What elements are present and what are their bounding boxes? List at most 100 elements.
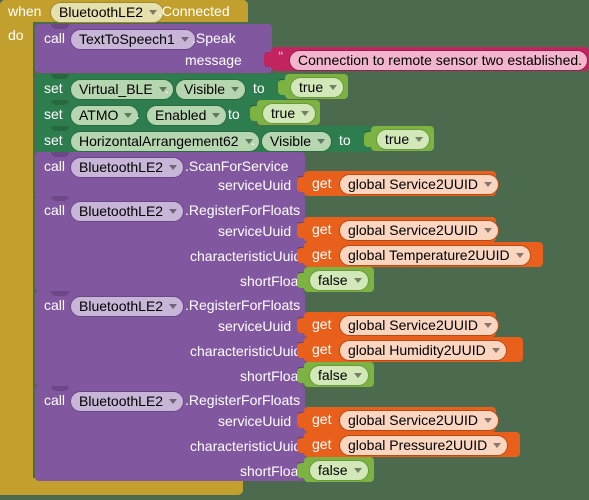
arg-label-characteristicuuid: characteristicUuid [190, 438, 302, 454]
chevron-down-icon[interactable] [483, 181, 492, 187]
get-block-global-temperature2uuid[interactable]: get global Temperature2UUID [297, 242, 543, 267]
logic-value-dropdown[interactable]: false [309, 365, 369, 386]
get-block-global-humidity2uuid[interactable]: get global Humidity2UUID [297, 337, 523, 362]
logic-value-dropdown[interactable]: false [309, 270, 369, 291]
get-variable-dropdown[interactable]: global Service2UUID [339, 315, 499, 336]
block-plug [297, 317, 305, 333]
chevron-down-icon[interactable] [169, 303, 178, 309]
event-name-label: .Connected [158, 3, 230, 19]
get-variable-label: global Pressure2UUID [348, 437, 488, 453]
logic-block-true-2[interactable]: true [250, 100, 320, 125]
block-plug [278, 79, 286, 95]
chevron-down-icon[interactable] [353, 467, 362, 473]
chevron-down-icon[interactable] [169, 164, 178, 170]
chevron-down-icon[interactable] [483, 227, 492, 233]
chevron-down-icon[interactable] [231, 86, 239, 92]
block-notch [51, 24, 69, 29]
call-keyword-label: call [44, 30, 66, 46]
set-component-dropdown-horizontalarrangement62[interactable]: HorizontalArrangement62 [70, 131, 260, 152]
get-block-global-pressure2uuid[interactable]: get global Pressure2UUID [297, 432, 520, 457]
get-block-global-service2uuid-4[interactable]: get global Service2UUID [297, 407, 499, 432]
block-plug [297, 272, 305, 288]
arg-label-characteristicuuid: characteristicUuid [190, 248, 302, 264]
set-component-dropdown-virtual-ble[interactable]: Virtual_BLE [70, 79, 174, 100]
text-block-connection-message[interactable]: “ Connection to remote sensor two establ… [264, 47, 589, 71]
get-block-global-service2uuid-1[interactable]: get global Service2UUID [297, 171, 499, 196]
arg-label-shortfloat: shortFloat [240, 273, 303, 289]
call-keyword-label: call [44, 297, 66, 313]
arg-label-serviceuuid: serviceUuid [218, 177, 292, 193]
logic-value-dropdown[interactable]: true [262, 103, 317, 124]
get-variable-dropdown[interactable]: global Service2UUID [339, 174, 499, 195]
arg-label-characteristicuuid: characteristicUuid [190, 343, 302, 359]
logic-block-true-3[interactable]: true [364, 126, 434, 151]
get-variable-dropdown[interactable]: global Temperature2UUID [339, 245, 531, 266]
get-variable-dropdown[interactable]: global Service2UUID [339, 410, 499, 431]
arg-label-serviceuuid: serviceUuid [218, 223, 292, 239]
logic-block-false-1[interactable]: false [297, 267, 374, 292]
call-component-label: BluetoothLE2 [79, 393, 164, 409]
chevron-down-icon[interactable] [493, 442, 502, 448]
call-component-dropdown-bluetoothle2[interactable]: BluetoothLE2 [70, 157, 185, 178]
chevron-down-icon[interactable] [169, 398, 178, 404]
chevron-down-icon[interactable] [169, 208, 178, 214]
chevron-down-icon[interactable] [317, 138, 325, 144]
set-property-dropdown-enabled[interactable]: Enabled [146, 105, 228, 126]
get-keyword-label: get [312, 341, 332, 357]
logic-value-dropdown[interactable]: true [290, 77, 345, 98]
set-keyword-label: set [44, 106, 63, 122]
call-component-label: BluetoothLE2 [79, 203, 164, 219]
call-method-label: .RegisterForFloats [185, 202, 301, 218]
chevron-down-icon[interactable] [180, 36, 189, 42]
call-keyword-label: call [44, 158, 66, 174]
chevron-down-icon[interactable] [483, 417, 492, 423]
block-plug [297, 247, 305, 263]
set-to-label: to [339, 132, 351, 148]
chevron-down-icon[interactable] [415, 136, 424, 142]
event-component-dropdown[interactable]: BluetoothLE2 [50, 2, 165, 23]
logic-block-true-1[interactable]: true [278, 74, 348, 99]
close-quote-icon: ” [576, 50, 582, 62]
chevron-down-icon[interactable] [483, 322, 492, 328]
call-component-dropdown-bluetoothle2[interactable]: BluetoothLE2 [70, 296, 185, 317]
set-property-dropdown-visible[interactable]: Visible [261, 131, 332, 152]
set-to-label: to [228, 106, 240, 122]
set-to-label: to [253, 80, 265, 96]
set-component-dropdown-atmo[interactable]: ATMO [70, 105, 140, 126]
call-component-dropdown-texttospeech1[interactable]: TextToSpeech1 [70, 29, 196, 50]
chevron-down-icon[interactable] [124, 112, 133, 118]
text-value-field[interactable]: Connection to remote sensor two establis… [289, 50, 589, 71]
block-notch [51, 74, 69, 79]
get-variable-dropdown[interactable]: global Humidity2UUID [339, 340, 507, 361]
event-block-body [0, 22, 33, 495]
get-variable-dropdown[interactable]: global Service2UUID [339, 220, 499, 241]
chevron-down-icon[interactable] [149, 9, 158, 15]
set-property-dropdown-visible[interactable]: Visible [175, 79, 246, 100]
chevron-down-icon[interactable] [491, 347, 500, 353]
chevron-down-icon[interactable] [301, 110, 310, 116]
set-keyword-label: set [44, 80, 63, 96]
logic-value-dropdown[interactable]: true [376, 129, 431, 150]
chevron-down-icon[interactable] [353, 372, 362, 378]
call-component-dropdown-bluetoothle2[interactable]: BluetoothLE2 [70, 391, 185, 412]
chevron-down-icon[interactable] [353, 277, 362, 283]
logic-block-false-3[interactable]: false [297, 457, 374, 482]
chevron-down-icon[interactable] [515, 252, 524, 258]
block-plug [297, 412, 305, 428]
chevron-down-icon[interactable] [212, 112, 221, 118]
call-component-dropdown-bluetoothle2[interactable]: BluetoothLE2 [70, 201, 185, 222]
get-block-global-service2uuid-3[interactable]: get global Service2UUID [297, 312, 499, 337]
call-component-label: TextToSpeech1 [79, 31, 175, 47]
get-block-global-service2uuid-2[interactable]: get global Service2UUID [297, 217, 499, 242]
logic-value-dropdown[interactable]: false [309, 460, 369, 481]
open-quote-icon: “ [278, 50, 284, 62]
block-plug [364, 131, 372, 147]
chevron-down-icon[interactable] [329, 84, 338, 90]
get-variable-dropdown[interactable]: global Pressure2UUID [339, 435, 509, 456]
set-property-label: Enabled [155, 107, 207, 123]
get-keyword-label: get [312, 175, 332, 191]
set-component-label: ATMO [79, 107, 119, 123]
set-dot-label: . [251, 132, 255, 148]
logic-block-false-2[interactable]: false [297, 362, 374, 387]
blocks-canvas[interactable]: when BluetoothLE2 .Connected do call Tex… [0, 0, 589, 500]
